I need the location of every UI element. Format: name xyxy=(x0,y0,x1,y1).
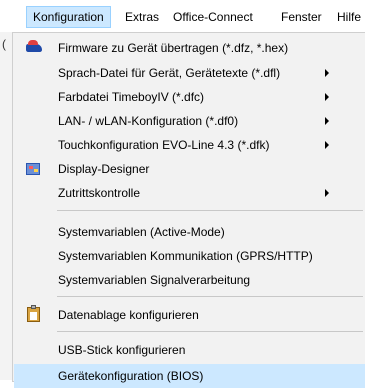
menu-item-label: Systemvariablen (Active-Mode) xyxy=(58,225,225,239)
clipboard-icon xyxy=(27,305,40,322)
firmware-transfer-icon xyxy=(26,40,42,52)
menu-separator xyxy=(57,331,363,332)
background-text: ( xyxy=(2,37,6,51)
menu-item-device-config-bios[interactable]: Gerätekonfiguration (BIOS) xyxy=(14,364,365,388)
menu-office-connect[interactable]: Office-Connect xyxy=(167,6,259,28)
submenu-arrow-icon xyxy=(325,141,329,149)
menu-item-label: USB-Stick konfigurieren xyxy=(58,343,186,357)
menu-item-sysvar-signal[interactable]: Systemvariablen Signalverarbeitung xyxy=(14,268,365,292)
menu-bar: Konfiguration Extras Office-Connect Fens… xyxy=(0,0,365,33)
menu-item-label: Display-Designer xyxy=(58,162,150,176)
menu-item-firmware-transfer[interactable]: Firmware zu Gerät übertragen (*.dfz, *.h… xyxy=(14,36,365,60)
menu-extras[interactable]: Extras xyxy=(119,6,165,28)
menu-separator xyxy=(57,210,363,211)
menu-item-color-file[interactable]: Farbdatei TimeboyIV (*.dfc) xyxy=(14,85,365,109)
menu-item-usb-stick[interactable]: USB-Stick konfigurieren xyxy=(14,338,365,362)
menu-item-language-file[interactable]: Sprach-Datei für Gerät, Gerätetexte (*.d… xyxy=(14,61,365,85)
menu-item-label: Farbdatei TimeboyIV (*.dfc) xyxy=(58,90,205,104)
display-designer-icon xyxy=(26,163,40,175)
menu-item-sysvar-active[interactable]: Systemvariablen (Active-Mode) xyxy=(14,220,365,244)
menu-item-label: Zutrittskontrolle xyxy=(58,186,141,200)
menu-item-label: Firmware zu Gerät übertragen (*.dfz, *.h… xyxy=(58,41,289,55)
menu-item-label: Systemvariablen Signalverarbeitung xyxy=(58,273,251,287)
konfiguration-dropdown-menu: Firmware zu Gerät übertragen (*.dfz, *.h… xyxy=(12,32,365,388)
menu-item-access-control[interactable]: Zutrittskontrolle xyxy=(14,181,365,205)
menu-item-label: LAN- / wLAN-Konfiguration (*.df0) xyxy=(58,114,239,128)
menu-item-label: Datenablage konfigurieren xyxy=(58,308,199,322)
background-window-edge: ( xyxy=(0,32,12,380)
menu-item-data-storage[interactable]: Datenablage konfigurieren xyxy=(14,303,365,327)
submenu-arrow-icon xyxy=(325,189,329,197)
submenu-arrow-icon xyxy=(325,117,329,125)
menu-item-lan-wlan-config[interactable]: LAN- / wLAN-Konfiguration (*.df0) xyxy=(14,109,365,133)
menu-separator xyxy=(57,296,363,297)
menu-item-label: Systemvariablen Kommunikation (GPRS/HTTP… xyxy=(58,249,313,263)
menu-item-sysvar-communication[interactable]: Systemvariablen Kommunikation (GPRS/HTTP… xyxy=(14,244,365,268)
menu-hilfe[interactable]: Hilfe xyxy=(331,6,365,28)
menu-item-label: Gerätekonfiguration (BIOS) xyxy=(58,369,204,383)
submenu-arrow-icon xyxy=(325,93,329,101)
menu-konfiguration[interactable]: Konfiguration xyxy=(26,6,111,28)
menu-item-touch-config[interactable]: Touchkonfiguration EVO-Line 4.3 (*.dfk) xyxy=(14,133,365,157)
submenu-arrow-icon xyxy=(325,69,329,77)
menu-item-display-designer[interactable]: Display-Designer xyxy=(14,157,365,181)
menu-item-label: Touchkonfiguration EVO-Line 4.3 (*.dfk) xyxy=(58,138,270,152)
menu-item-label: Sprach-Datei für Gerät, Gerätetexte (*.d… xyxy=(58,66,281,80)
menu-fenster[interactable]: Fenster xyxy=(275,6,328,28)
